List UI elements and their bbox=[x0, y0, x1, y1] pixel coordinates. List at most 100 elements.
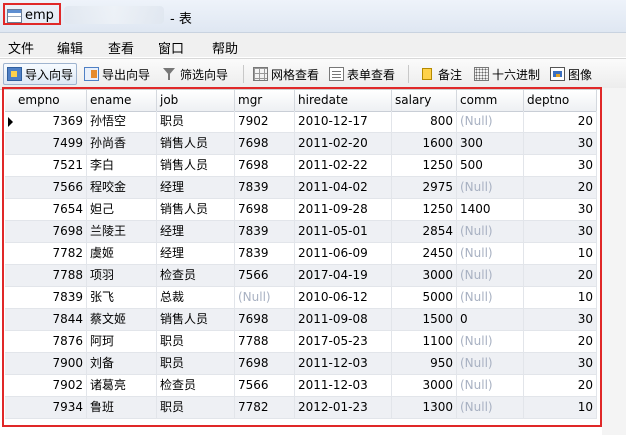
filter-wizard-button[interactable]: 筛选向导 bbox=[162, 63, 228, 85]
table-cell-deptno[interactable]: 20 bbox=[524, 111, 597, 132]
table-cell-salary[interactable]: 950 bbox=[392, 353, 457, 374]
table-cell-comm[interactable]: 0 bbox=[457, 309, 524, 330]
table-row[interactable]: 7698 兰陵王 经理 7839 2011-05-01 2854 (Null) 30 bbox=[5, 221, 597, 243]
table-cell-empno[interactable]: 7782 bbox=[15, 243, 87, 264]
table-cell-deptno[interactable]: 20 bbox=[524, 265, 597, 286]
table-cell-salary[interactable]: 3000 bbox=[392, 375, 457, 396]
table-cell-ename[interactable]: 孙悟空 bbox=[87, 111, 157, 132]
table-cell-salary[interactable]: 1600 bbox=[392, 133, 457, 154]
table-cell-mgr[interactable]: 7566 bbox=[235, 265, 295, 286]
table-cell-job[interactable]: 经理 bbox=[157, 243, 235, 264]
grid-view-button[interactable]: 网格查看 bbox=[253, 63, 319, 85]
column-header-4[interactable]: hiredate bbox=[295, 90, 392, 111]
table-cell-hiredate[interactable]: 2011-05-01 bbox=[295, 221, 392, 242]
table-cell-comm[interactable]: (Null) bbox=[457, 331, 524, 352]
menu-file[interactable]: 文件 bbox=[8, 38, 34, 57]
table-cell-deptno[interactable]: 10 bbox=[524, 287, 597, 308]
table-cell-deptno[interactable]: 30 bbox=[524, 155, 597, 176]
table-cell-empno[interactable]: 7876 bbox=[15, 331, 87, 352]
table-cell-salary[interactable]: 1250 bbox=[392, 199, 457, 220]
hex-button[interactable]: 十六进制 bbox=[474, 63, 540, 85]
table-cell-hiredate[interactable]: 2017-05-23 bbox=[295, 331, 392, 352]
note-button[interactable]: 备注 bbox=[420, 63, 462, 85]
table-cell-empno[interactable]: 7839 bbox=[15, 287, 87, 308]
table-cell-job[interactable]: 检查员 bbox=[157, 265, 235, 286]
table-cell-ename[interactable]: 妲己 bbox=[87, 199, 157, 220]
menu-edit[interactable]: 编辑 bbox=[57, 38, 83, 57]
image-button[interactable]: 图像 bbox=[550, 63, 592, 85]
table-cell-salary[interactable]: 2450 bbox=[392, 243, 457, 264]
column-header-1[interactable]: ename bbox=[87, 90, 157, 111]
table-cell-salary[interactable]: 800 bbox=[392, 111, 457, 132]
table-cell-mgr[interactable]: 7698 bbox=[235, 353, 295, 374]
table-cell-deptno[interactable]: 20 bbox=[524, 375, 597, 396]
table-cell-salary[interactable]: 2975 bbox=[392, 177, 457, 198]
table-cell-empno[interactable]: 7934 bbox=[15, 397, 87, 418]
table-cell-mgr[interactable]: 7782 bbox=[235, 397, 295, 418]
table-cell-job[interactable]: 销售人员 bbox=[157, 309, 235, 330]
table-cell-job[interactable]: 职员 bbox=[157, 353, 235, 374]
table-cell-job[interactable]: 经理 bbox=[157, 221, 235, 242]
table-cell-hiredate[interactable]: 2012-01-23 bbox=[295, 397, 392, 418]
table-cell-hiredate[interactable]: 2011-09-08 bbox=[295, 309, 392, 330]
data-grid[interactable]: empno ename job mgr hiredate salary comm deptno… bbox=[5, 90, 597, 420]
table-cell-deptno[interactable]: 30 bbox=[524, 353, 597, 374]
table-cell-job[interactable]: 职员 bbox=[157, 331, 235, 352]
table-cell-ename[interactable]: 刘备 bbox=[87, 353, 157, 374]
table-cell-ename[interactable]: 鲁班 bbox=[87, 397, 157, 418]
table-cell-salary[interactable]: 1250 bbox=[392, 155, 457, 176]
table-cell-job[interactable]: 总裁 bbox=[157, 287, 235, 308]
table-cell-hiredate[interactable]: 2010-06-12 bbox=[295, 287, 392, 308]
table-cell-deptno[interactable]: 30 bbox=[524, 199, 597, 220]
table-cell-ename[interactable]: 张飞 bbox=[87, 287, 157, 308]
menu-view[interactable]: 查看 bbox=[108, 38, 134, 57]
table-cell-empno[interactable]: 7566 bbox=[15, 177, 87, 198]
table-cell-salary[interactable]: 1300 bbox=[392, 397, 457, 418]
table-cell-hiredate[interactable]: 2011-02-20 bbox=[295, 133, 392, 154]
table-cell-empno[interactable]: 7844 bbox=[15, 309, 87, 330]
table-cell-ename[interactable]: 孙尚香 bbox=[87, 133, 157, 154]
table-cell-comm[interactable]: (Null) bbox=[457, 243, 524, 264]
table-cell-deptno[interactable]: 30 bbox=[524, 309, 597, 330]
table-cell-mgr[interactable]: 7698 bbox=[235, 309, 295, 330]
table-cell-comm[interactable]: 500 bbox=[457, 155, 524, 176]
column-header-6[interactable]: comm bbox=[457, 90, 524, 111]
table-cell-mgr[interactable]: 7902 bbox=[235, 111, 295, 132]
table-cell-salary[interactable]: 3000 bbox=[392, 265, 457, 286]
table-cell-hiredate[interactable]: 2010-12-17 bbox=[295, 111, 392, 132]
table-cell-deptno[interactable]: 20 bbox=[524, 331, 597, 352]
column-header-7[interactable]: deptno bbox=[524, 90, 597, 111]
table-cell-comm[interactable]: (Null) bbox=[457, 375, 524, 396]
table-row[interactable]: 7844 蔡文姬 销售人员 7698 2011-09-08 1500 0 30 bbox=[5, 309, 597, 331]
table-cell-empno[interactable]: 7900 bbox=[15, 353, 87, 374]
table-cell-deptno[interactable]: 30 bbox=[524, 221, 597, 242]
table-row[interactable]: 7788 项羽 检查员 7566 2017-04-19 3000 (Null) 20 bbox=[5, 265, 597, 287]
table-cell-ename[interactable]: 蔡文姬 bbox=[87, 309, 157, 330]
table-row[interactable]: 7902 诸葛亮 检查员 7566 2011-12-03 3000 (Null) 20 bbox=[5, 375, 597, 397]
table-cell-empno[interactable]: 7369 bbox=[15, 111, 87, 132]
table-cell-empno[interactable]: 7698 bbox=[15, 221, 87, 242]
table-cell-mgr[interactable]: (Null) bbox=[235, 287, 295, 308]
table-cell-ename[interactable]: 虞姬 bbox=[87, 243, 157, 264]
table-cell-mgr[interactable]: 7698 bbox=[235, 199, 295, 220]
table-cell-empno[interactable]: 7902 bbox=[15, 375, 87, 396]
menu-window[interactable]: 窗口 bbox=[158, 38, 184, 57]
table-cell-ename[interactable]: 诸葛亮 bbox=[87, 375, 157, 396]
table-row[interactable]: 7839 张飞 总裁 (Null) 2010-06-12 5000 (Null) 10 bbox=[5, 287, 597, 309]
table-cell-comm[interactable]: (Null) bbox=[457, 397, 524, 418]
table-cell-ename[interactable]: 阿珂 bbox=[87, 331, 157, 352]
table-row[interactable]: 7499 孙尚香 销售人员 7698 2011-02-20 1600 300 30 bbox=[5, 133, 597, 155]
table-cell-job[interactable]: 销售人员 bbox=[157, 199, 235, 220]
table-cell-mgr[interactable]: 7566 bbox=[235, 375, 295, 396]
table-cell-mgr[interactable]: 7839 bbox=[235, 221, 295, 242]
table-cell-comm[interactable]: (Null) bbox=[457, 111, 524, 132]
table-cell-deptno[interactable]: 30 bbox=[524, 133, 597, 154]
table-cell-mgr[interactable]: 7839 bbox=[235, 243, 295, 264]
table-row[interactable]: 7782 虞姬 经理 7839 2011-06-09 2450 (Null) 10 bbox=[5, 243, 597, 265]
table-cell-hiredate[interactable]: 2017-04-19 bbox=[295, 265, 392, 286]
form-view-button[interactable]: 表单查看 bbox=[329, 63, 395, 85]
table-row[interactable]: 7521 李白 销售人员 7698 2011-02-22 1250 500 30 bbox=[5, 155, 597, 177]
table-cell-hiredate[interactable]: 2011-09-28 bbox=[295, 199, 392, 220]
table-cell-deptno[interactable]: 10 bbox=[524, 397, 597, 418]
table-row[interactable]: 7566 程咬金 经理 7839 2011-04-02 2975 (Null) 20 bbox=[5, 177, 597, 199]
